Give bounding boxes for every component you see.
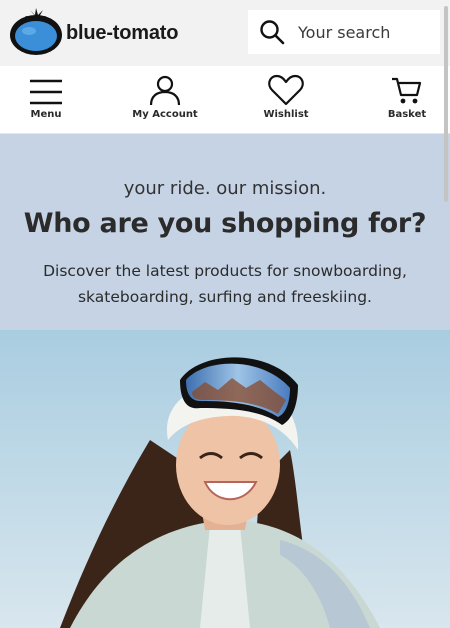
nav-menu-button[interactable]: Menu	[20, 66, 72, 134]
nav-my-account-label: My Account	[132, 109, 198, 120]
shopping-cart-icon	[391, 66, 423, 108]
hero-image-snowboarder[interactable]	[0, 330, 450, 628]
search-icon[interactable]	[252, 10, 292, 54]
nav-menu-label: Menu	[30, 109, 62, 120]
blue-tomato-logo[interactable]: blue-tomato	[8, 6, 198, 58]
user-icon	[149, 66, 181, 108]
hero-text-banner: your ride. our mission. Who are you shop…	[0, 134, 450, 330]
nav-wishlist-label: Wishlist	[263, 109, 309, 120]
tomato-logo-icon	[10, 8, 62, 55]
nav-wishlist-button[interactable]: Wishlist	[258, 66, 314, 134]
hamburger-menu-icon	[29, 66, 63, 108]
nav-basket-button[interactable]: Basket	[384, 66, 430, 134]
top-bar: blue-tomato	[0, 0, 450, 66]
search-box[interactable]	[248, 10, 440, 54]
search-input[interactable]	[292, 12, 422, 52]
logo-text: blue-tomato	[66, 22, 179, 44]
hero-description: Discover the latest products for snowboa…	[43, 262, 407, 306]
nav-my-account-button[interactable]: My Account	[130, 66, 200, 134]
heart-icon	[268, 66, 304, 108]
page-scrollbar[interactable]	[444, 6, 448, 202]
snowboarder-photo	[0, 330, 450, 628]
hero-headline: Who are you shopping for?	[23, 208, 427, 239]
nav-basket-label: Basket	[387, 109, 427, 120]
icon-navigation-bar: Menu My Account Wishlist Basket	[0, 66, 450, 134]
hero-tagline: your ride. our mission.	[123, 178, 327, 199]
